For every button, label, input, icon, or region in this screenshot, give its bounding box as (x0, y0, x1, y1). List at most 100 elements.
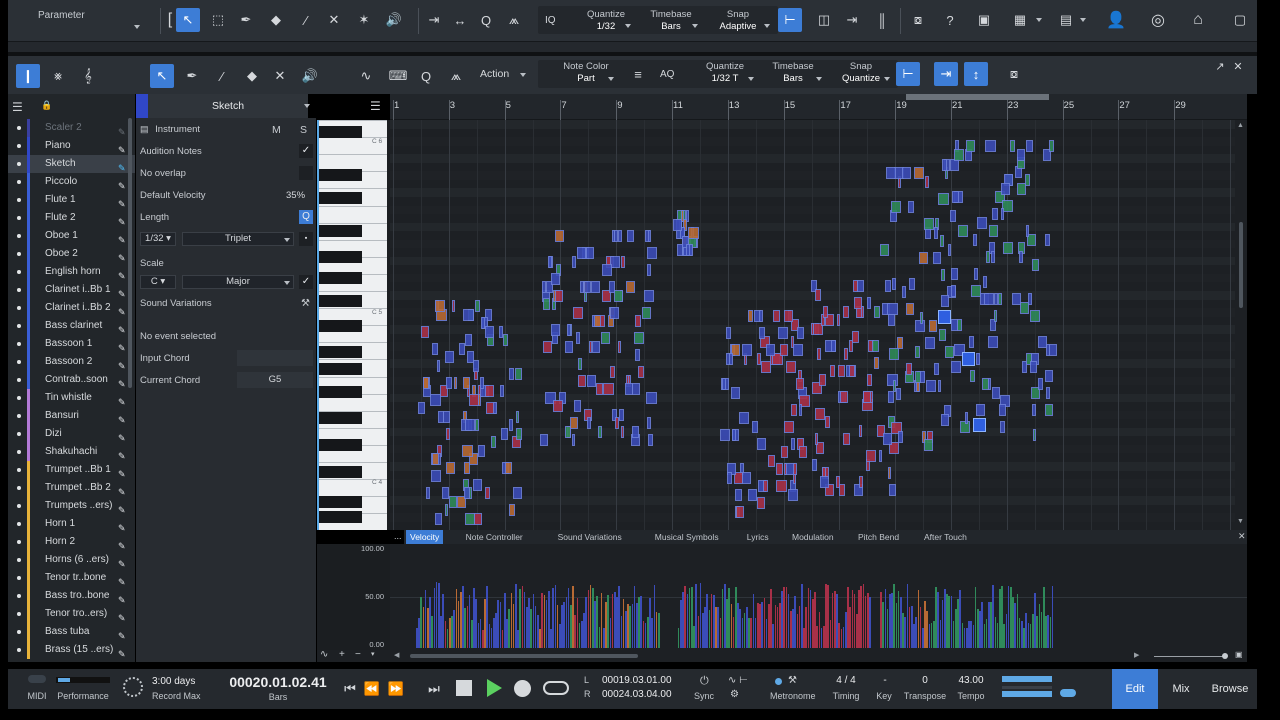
midi-note[interactable] (878, 450, 883, 462)
black-key[interactable] (319, 320, 362, 332)
midi-note[interactable] (423, 376, 429, 389)
sync-icon[interactable]: ◎ (1146, 8, 1170, 32)
midi-note[interactable] (797, 327, 804, 339)
midi-note[interactable] (720, 429, 730, 441)
track-row[interactable]: Bassoon 1 ✎ (8, 335, 135, 353)
track-active-dot[interactable] (17, 468, 21, 472)
midi-note[interactable] (1048, 140, 1054, 152)
midi-note[interactable] (620, 255, 625, 268)
midi-note[interactable] (776, 463, 783, 475)
midi-note[interactable] (1045, 386, 1050, 399)
midi-note[interactable] (886, 167, 896, 179)
midi-note[interactable] (577, 247, 586, 259)
midi-note[interactable] (463, 487, 471, 499)
velocity-bar[interactable] (658, 612, 660, 648)
auto-quantize-icon[interactable]: ⩕ (502, 8, 526, 32)
track-row[interactable]: Bass tuba ✎ (8, 623, 135, 641)
track-active-dot[interactable] (17, 234, 21, 238)
lane-tab[interactable]: Pitch Bend (854, 530, 903, 544)
track-active-dot[interactable] (17, 144, 21, 148)
midi-note[interactable] (940, 235, 944, 247)
midi-note[interactable] (540, 434, 549, 446)
input-chord-field[interactable] (237, 350, 313, 366)
midi-note[interactable] (472, 359, 479, 372)
midi-note[interactable] (863, 390, 871, 403)
midi-note[interactable] (435, 300, 445, 312)
range-tool-button[interactable]: ⬚ (206, 8, 230, 32)
midi-note[interactable] (909, 277, 916, 290)
midi-note[interactable] (762, 480, 768, 492)
midi-note[interactable] (1044, 403, 1053, 416)
midi-note[interactable] (647, 247, 657, 259)
midi-note[interactable] (928, 320, 937, 332)
midi-note[interactable] (970, 284, 982, 297)
midi-note[interactable] (913, 167, 924, 179)
track-row[interactable]: Shakuhachi ✎ (8, 443, 135, 461)
go-to-end-icon[interactable]: ⏭ (422, 677, 446, 701)
midi-note[interactable] (473, 512, 482, 525)
midi-note[interactable] (814, 433, 819, 445)
zoom-fit-icon[interactable]: ⧇ (906, 8, 930, 32)
midi-note[interactable] (950, 267, 958, 280)
midi-note[interactable] (932, 252, 941, 264)
midi-note[interactable] (816, 348, 821, 360)
midi-note[interactable] (634, 349, 641, 361)
midi-note[interactable] (442, 410, 451, 423)
timebase-select[interactable]: Timebase Bars (638, 9, 704, 33)
midi-note[interactable] (993, 293, 999, 305)
midi-note[interactable] (595, 383, 604, 395)
midi-note[interactable] (820, 475, 829, 488)
midi-note[interactable] (732, 429, 737, 441)
midi-note[interactable] (491, 436, 497, 448)
track-row[interactable]: Sketch ✎ (8, 155, 135, 173)
midi-note[interactable] (445, 461, 456, 474)
length-quantize-button[interactable]: Q (299, 210, 313, 224)
track-row[interactable]: Tenor tr..bone ✎ (8, 569, 135, 587)
track-row[interactable]: Clarinet i..Bb 2 ✎ (8, 299, 135, 317)
lane-more-button[interactable]: ... (394, 531, 402, 541)
black-key[interactable] (319, 363, 362, 375)
midi-note[interactable] (958, 225, 968, 237)
follow-button[interactable]: ⇥ (934, 62, 958, 86)
midi-note[interactable] (795, 378, 805, 390)
edit-button[interactable]: Edit (1112, 669, 1158, 709)
midi-note[interactable] (730, 386, 741, 399)
window-icon[interactable]: ▢ (1228, 8, 1252, 32)
midi-note[interactable] (781, 446, 789, 458)
remove-lane-icon[interactable]: − (355, 649, 361, 660)
midi-note[interactable] (938, 328, 946, 341)
track-active-dot[interactable] (17, 612, 21, 616)
zoom-icon[interactable]: ▣ (1235, 650, 1243, 659)
midi-note[interactable] (603, 383, 614, 395)
midi-note[interactable] (609, 306, 620, 319)
midi-note[interactable] (984, 140, 996, 152)
midi-note[interactable] (554, 230, 564, 242)
midi-note[interactable] (446, 427, 451, 440)
black-key[interactable] (319, 466, 362, 478)
track-row[interactable]: Piccolo ✎ (8, 173, 135, 191)
track-row[interactable]: Flute 2 ✎ (8, 209, 135, 227)
midi-note[interactable] (896, 388, 901, 400)
midi-note[interactable] (430, 470, 441, 482)
edit-timebase-select[interactable]: Timebase Bars (760, 61, 826, 85)
midi-note[interactable] (915, 371, 921, 383)
midi-note[interactable] (688, 227, 699, 239)
track-active-dot[interactable] (17, 414, 21, 418)
track-active-dot[interactable] (17, 396, 21, 400)
midi-note[interactable] (445, 504, 449, 516)
black-key[interactable] (319, 346, 362, 358)
length-mode-select[interactable]: Triplet (182, 232, 294, 246)
note-grid[interactable] (390, 120, 1235, 530)
midi-note[interactable] (962, 352, 975, 366)
edit-eraser-button[interactable]: ◆ (240, 64, 264, 88)
midi-note[interactable] (515, 410, 520, 423)
midi-note[interactable] (776, 480, 788, 492)
fast-forward-icon[interactable]: ⏩ (384, 677, 408, 701)
track-active-dot[interactable] (17, 540, 21, 544)
midi-note[interactable] (516, 427, 522, 440)
midi-note[interactable] (598, 425, 602, 438)
nudge-icon[interactable]: ⇥ (840, 8, 864, 32)
mute-button[interactable]: M (272, 124, 281, 136)
user-icon[interactable]: 👤 (1104, 8, 1128, 32)
lane-tab[interactable]: Modulation (788, 530, 838, 544)
